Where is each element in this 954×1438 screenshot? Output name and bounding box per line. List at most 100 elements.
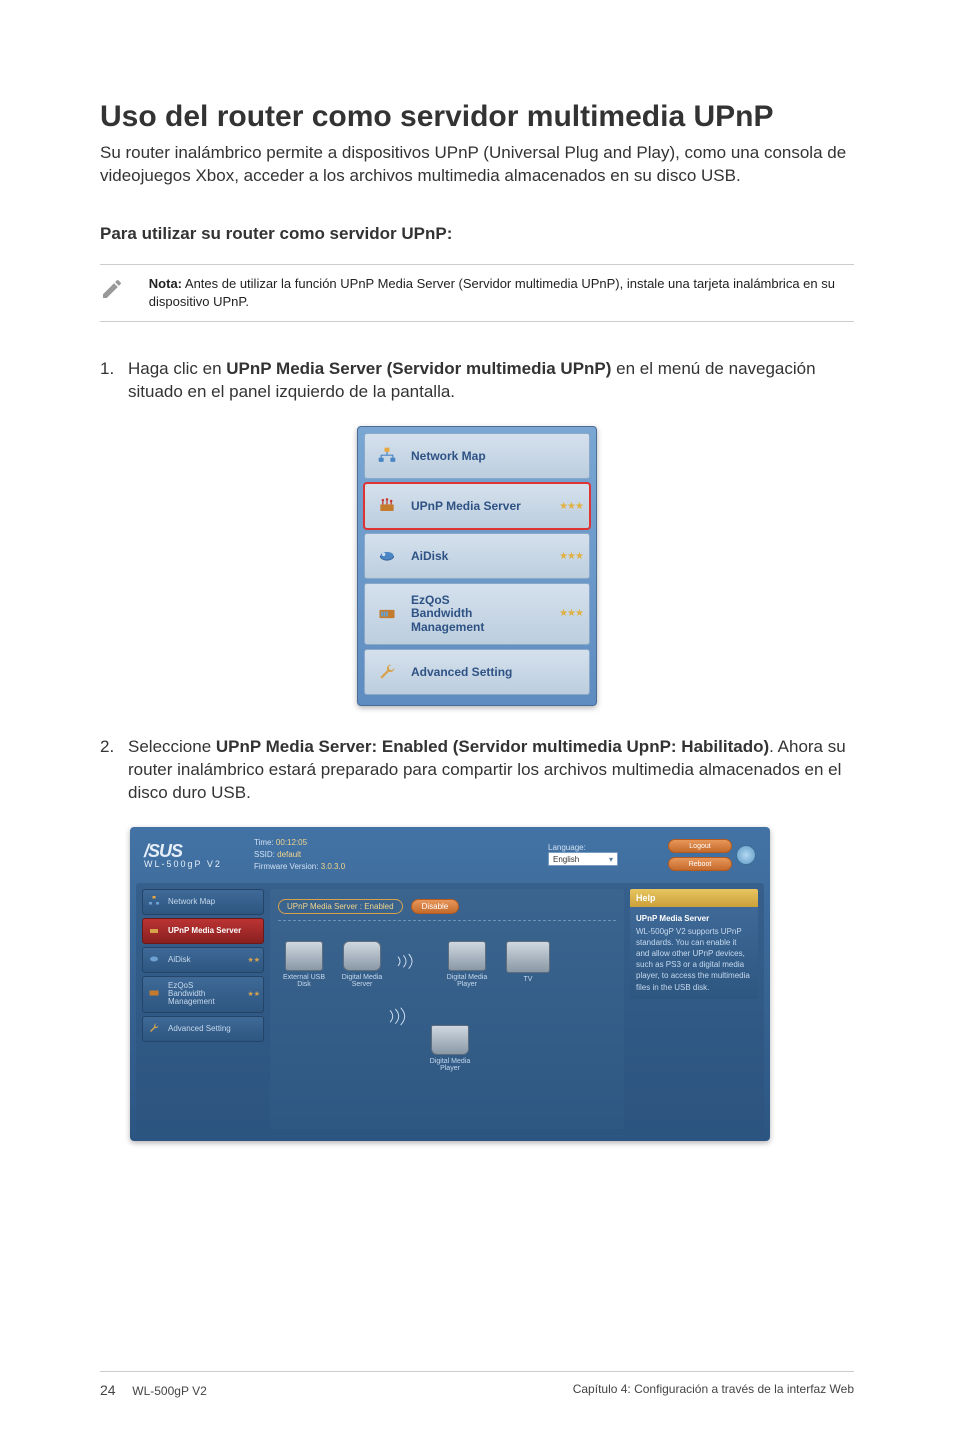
sidebar-item-upnp[interactable]: UPnP Media Server (142, 918, 264, 944)
nav-label-aidisk: AiDisk (411, 549, 448, 563)
media-server-icon (373, 494, 401, 518)
help-text: WL-500gP V2 supports UPnP standards. You… (636, 926, 752, 993)
admin-body: Network Map UPnP Media Server AiDisk ★★ … (136, 883, 764, 1135)
logo-text: /SUS (144, 841, 182, 861)
device-label: Digital Media Player (443, 974, 491, 988)
help-title: Help (630, 889, 758, 907)
stars-icon: ★★★ (559, 551, 583, 562)
main-heading: Uso del router como servidor multimedia … (100, 100, 854, 134)
globe-icon (736, 845, 756, 865)
sidebar-label: Network Map (168, 897, 215, 906)
device-dmp1: Digital Media Player (443, 941, 491, 988)
device-usb-disk: External USB Disk (280, 941, 328, 988)
stars-icon: ★★ (247, 956, 260, 964)
footer-chapter: Capítulo 4: Configuración a través de la… (573, 1382, 854, 1398)
step-2-bold: UPnP Media Server: Enabled (Servidor mul… (216, 737, 769, 756)
nav-item-advanced: Advanced Setting (364, 649, 590, 695)
note-text: Nota: Antes de utilizar la función UPnP … (149, 275, 854, 311)
sub-heading: Para utilizar su router como servidor UP… (100, 224, 854, 244)
nav-label-upnp: UPnP Media Server (411, 499, 521, 513)
help-body: UPnP Media Server WL-500gP V2 supports U… (630, 907, 758, 999)
header-buttons: Logout Reboot (668, 839, 732, 871)
device-label: TV (506, 976, 550, 983)
disable-button[interactable]: Disable (411, 899, 460, 914)
admin-sidebar: Network Map UPnP Media Server AiDisk ★★ … (142, 889, 264, 1129)
step-list-2: 2. Seleccione UPnP Media Server: Enabled… (100, 736, 854, 805)
time-label: Time: (254, 838, 274, 847)
sidebar-item-aidisk[interactable]: AiDisk ★★ (142, 947, 264, 973)
footer-model: WL-500gP V2 (132, 1384, 207, 1398)
language-select[interactable]: English ▾ (548, 852, 618, 866)
router-icon (343, 941, 381, 971)
ezqos-icon (147, 987, 163, 1001)
reboot-button[interactable]: Reboot (668, 857, 732, 871)
nav-item-ezqos: EzQoSBandwidthManagement ★★★ (364, 583, 590, 645)
step-list: 1. Haga clic en UPnP Media Server (Servi… (100, 358, 854, 404)
chevron-down-icon: ▾ (609, 855, 613, 864)
laptop-icon (431, 1025, 469, 1055)
logout-button[interactable]: Logout (668, 839, 732, 853)
step-1: 1. Haga clic en UPnP Media Server (Servi… (100, 358, 854, 404)
note-container: Nota: Antes de utilizar la función UPnP … (100, 264, 854, 322)
device-tv: TV (506, 941, 550, 983)
sidebar-label: AiDisk (168, 955, 191, 964)
sidebar-item-advanced[interactable]: Advanced Setting (142, 1016, 264, 1042)
sidebar-item-ezqos[interactable]: EzQoSBandwidthManagement ★★ (142, 976, 264, 1013)
sidebar-label: Advanced Setting (168, 1024, 231, 1033)
device-label: Digital Media Server (338, 974, 386, 988)
nav-label-network-map: Network Map (411, 449, 486, 463)
step-1-pre: Haga clic en (128, 359, 226, 378)
device-label: External USB Disk (280, 974, 328, 988)
language-value: English (553, 855, 579, 864)
media-player-icon (448, 941, 486, 971)
nav-item-network-map: Network Map (364, 433, 590, 479)
stars-icon: ★★ (247, 990, 260, 998)
page-number: 24 (100, 1382, 116, 1398)
sidebar-item-network-map[interactable]: Network Map (142, 889, 264, 915)
stars-icon: ★★★ (559, 501, 583, 512)
help-subtitle: UPnP Media Server (636, 913, 752, 924)
asus-logo: /SUS WL-500gP V2 (144, 841, 254, 869)
ssid-label: SSID: (254, 850, 275, 859)
sidebar-label: UPnP Media Server (168, 926, 241, 935)
device-label: Digital Media Player (426, 1058, 474, 1072)
tv-icon (506, 941, 550, 973)
firmware-value: 3.0.3.0 (318, 862, 345, 871)
network-map-icon (373, 444, 401, 468)
ssid-value: default (275, 850, 301, 859)
status-row: UPnP Media Server : Enabled Disable (278, 899, 616, 921)
help-panel: Help UPnP Media Server WL-500gP V2 suppo… (630, 889, 758, 1129)
sidebar-label: EzQoSBandwidthManagement (168, 982, 215, 1007)
note-label: Nota: (149, 276, 182, 291)
wrench-icon (373, 660, 401, 684)
note-body: Antes de utilizar la función UPnP Media … (149, 276, 835, 309)
aidisk-icon (373, 544, 401, 568)
status-pill: UPnP Media Server : Enabled (278, 899, 403, 914)
step-1-body: Haga clic en UPnP Media Server (Servidor… (128, 358, 854, 404)
nav-item-upnp-media-server: UPnP Media Server ★★★ (364, 483, 590, 529)
model-text: WL-500gP V2 (144, 859, 254, 869)
step-2: 2. Seleccione UPnP Media Server: Enabled… (100, 736, 854, 805)
step-2-number: 2. (100, 736, 128, 805)
admin-page-screenshot: /SUS WL-500gP V2 Time: 00:12:05 SSID: de… (130, 827, 770, 1141)
device-dmp2: Digital Media Player (426, 1025, 474, 1072)
ezqos-icon (373, 602, 401, 626)
stars-icon: ★★★ (559, 608, 583, 619)
firmware-label: Firmware Version: (254, 862, 318, 871)
pencil-icon (100, 277, 127, 306)
page-footer: 24 WL-500gP V2 Capítulo 4: Configuración… (100, 1371, 854, 1398)
header-info: Time: 00:12:05 SSID: default Firmware Ve… (254, 837, 548, 873)
aidisk-icon (147, 953, 163, 967)
step-1-bold: UPnP Media Server (Servidor multimedia U… (226, 359, 611, 378)
wifi-icon-2 (378, 1007, 418, 1029)
device-dms: Digital Media Server (338, 941, 386, 988)
time-value: 00:12:05 (274, 838, 307, 847)
nav-item-aidisk: AiDisk ★★★ (364, 533, 590, 579)
network-map-icon (147, 895, 163, 909)
network-diagram: External USB Disk Digital Media Server D… (278, 935, 616, 1085)
language-area: Language: English ▾ (548, 843, 668, 866)
nav-menu-screenshot: Network Map UPnP Media Server ★★★ AiDisk… (357, 426, 597, 706)
admin-header: /SUS WL-500gP V2 Time: 00:12:05 SSID: de… (136, 833, 764, 883)
step-1-number: 1. (100, 358, 128, 404)
nav-label-advanced: Advanced Setting (411, 665, 512, 679)
